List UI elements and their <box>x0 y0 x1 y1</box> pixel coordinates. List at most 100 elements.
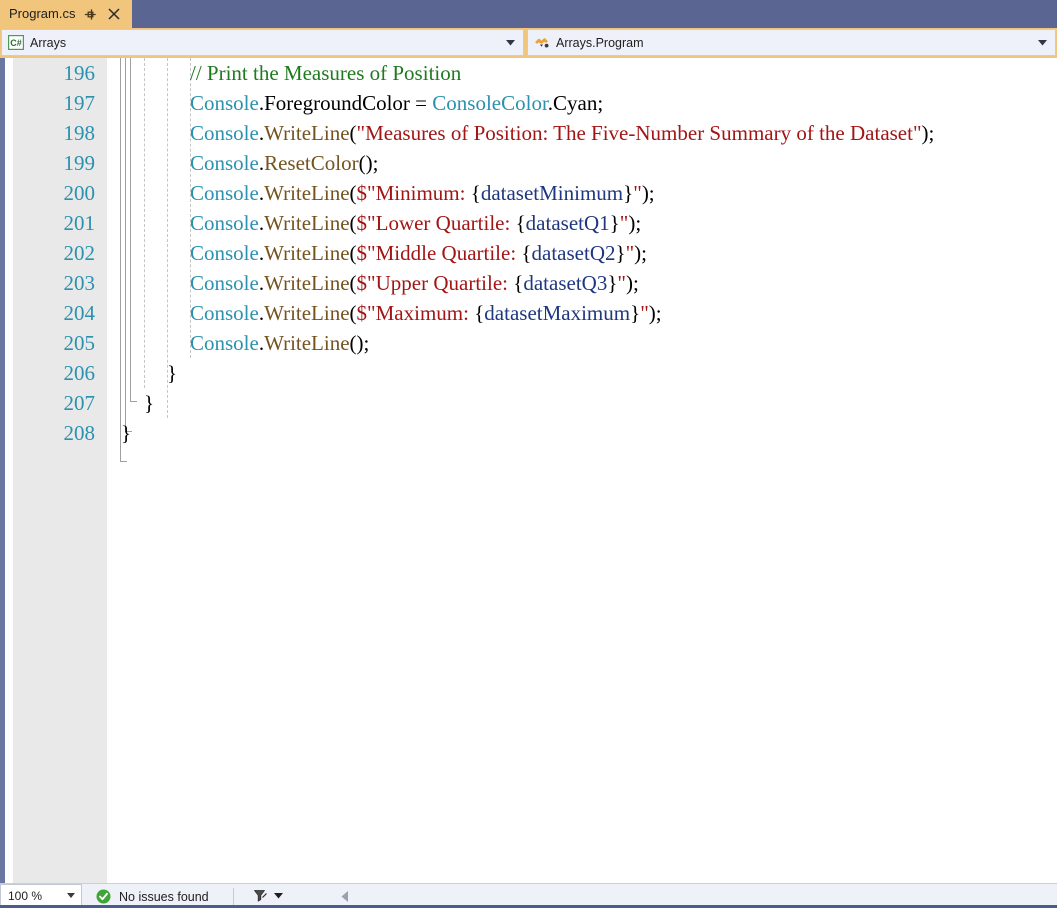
chevron-down-icon[interactable] <box>1033 39 1051 46</box>
code-line-text: Console.WriteLine($"Lower Quartile: {dat… <box>190 208 641 238</box>
code-token: $"Minimum: <box>356 181 471 205</box>
code-token: ); <box>634 241 647 265</box>
code-line-text: Console.WriteLine($"Maximum: {datasetMax… <box>190 298 662 328</box>
code-token: = <box>409 91 433 115</box>
code-token: ); <box>626 271 639 295</box>
code-editor-surface[interactable]: 196 // Print the Measures of Position 197 C… <box>0 58 1057 883</box>
code-token: " <box>625 241 635 265</box>
line-number: 203 <box>63 271 96 295</box>
class-member-icon <box>533 35 551 51</box>
code-line[interactable]: 206} <box>0 358 1057 388</box>
code-token: ( <box>349 271 357 295</box>
code-token: ; <box>597 91 604 115</box>
code-token: Console <box>190 151 259 175</box>
code-line[interactable]: 208} <box>0 418 1057 448</box>
code-line-text: Console.WriteLine($"Minimum: {datasetMin… <box>190 178 655 208</box>
code-token: { <box>515 211 526 235</box>
code-token: WriteLine <box>264 241 350 265</box>
document-tab-program-cs[interactable]: Program.cs <box>0 0 132 28</box>
chevron-down-icon[interactable] <box>61 893 81 898</box>
code-line[interactable]: 196 // Print the Measures of Position <box>0 58 1057 88</box>
code-token: WriteLine <box>264 211 350 235</box>
code-token: ); <box>641 181 655 205</box>
code-token: Cyan <box>553 91 598 115</box>
close-icon[interactable] <box>105 4 123 24</box>
code-line[interactable]: 204 Console.WriteLine($"Maximum: {dataset… <box>0 298 1057 328</box>
code-token: // Print the Measures of Position <box>190 61 462 85</box>
line-number: 208 <box>63 421 96 445</box>
code-line-text: Console.WriteLine("Measures of Position:… <box>190 118 934 148</box>
check-circle-icon <box>96 889 111 904</box>
code-line[interactable]: 203 Console.WriteLine($"Upper Quartile: {… <box>0 268 1057 298</box>
code-line[interactable]: 201 Console.WriteLine($"Lower Quartile: {… <box>0 208 1057 238</box>
chevron-down-icon[interactable] <box>501 39 519 46</box>
code-token: Console <box>190 271 259 295</box>
code-token: } <box>144 391 155 415</box>
code-line-text: } <box>121 418 131 448</box>
code-token: WriteLine <box>264 121 350 145</box>
code-token: (); <box>358 151 379 175</box>
code-token: " <box>640 301 649 325</box>
line-number: 197 <box>63 91 96 115</box>
pin-icon[interactable] <box>81 4 99 24</box>
code-token: ); <box>648 301 662 325</box>
code-line-text: Console.ForegroundColor = ConsoleColor.C… <box>190 88 603 118</box>
code-token: " <box>617 271 626 295</box>
line-number: 207 <box>63 391 96 415</box>
code-line[interactable]: 197 Console.ForegroundColor = ConsoleColo… <box>0 88 1057 118</box>
line-number: 196 <box>63 61 96 85</box>
code-token: } <box>167 361 178 385</box>
code-token: Console <box>190 121 259 145</box>
navigation-bar: C# Arrays Arrays.Program <box>0 28 1057 58</box>
code-token: ( <box>349 121 357 145</box>
code-token: datasetQ1 <box>525 211 610 235</box>
line-number: 202 <box>63 241 96 265</box>
type-member-dropdown[interactable]: Arrays.Program <box>527 29 1056 56</box>
code-token: } <box>623 181 634 205</box>
line-number: 200 <box>63 181 96 205</box>
code-line[interactable]: 202 Console.WriteLine($"Middle Quartile: … <box>0 238 1057 268</box>
visual-studio-editor-window: Program.cs C# Arrays Arrays.Program 196 … <box>0 0 1057 908</box>
line-number: 198 <box>63 121 96 145</box>
code-token: Console <box>190 331 259 355</box>
document-tab-label: Program.cs <box>9 6 76 21</box>
code-line[interactable]: 205 Console.WriteLine(); <box>0 328 1057 358</box>
code-token: } <box>615 241 626 265</box>
project-scope-dropdown[interactable]: C# Arrays <box>1 29 524 56</box>
code-token: ResetColor <box>264 151 359 175</box>
line-number: 199 <box>63 151 96 175</box>
code-line[interactable]: 199 Console.ResetColor(); <box>0 148 1057 178</box>
code-lines: 196 // Print the Measures of Position 197 C… <box>0 58 1057 448</box>
code-token: $"Maximum: <box>356 301 475 325</box>
code-token: ConsoleColor <box>432 91 548 115</box>
code-line[interactable]: 207} <box>0 388 1057 418</box>
chevron-left-icon[interactable] <box>335 886 355 906</box>
code-token: ForegroundColor <box>264 91 410 115</box>
code-token: } <box>609 211 620 235</box>
line-number: 206 <box>63 361 96 385</box>
code-line-text: } <box>144 388 154 418</box>
code-token: { <box>474 301 485 325</box>
status-bar: 100 % No issues found <box>0 883 1057 908</box>
csharp-project-icon: C# <box>7 35 25 51</box>
code-token: (); <box>349 331 370 355</box>
code-token: Console <box>190 91 259 115</box>
code-token: $"Upper Quartile: <box>356 271 514 295</box>
code-token: $"Lower Quartile: <box>356 211 516 235</box>
code-line[interactable]: 200 Console.WriteLine($"Minimum: {dataset… <box>0 178 1057 208</box>
line-number: 205 <box>63 331 96 355</box>
code-token: " <box>633 181 642 205</box>
code-line[interactable]: 198 Console.WriteLine("Measures of Positi… <box>0 118 1057 148</box>
zoom-level-dropdown[interactable]: 100 % <box>0 884 82 907</box>
code-token: WriteLine <box>264 271 350 295</box>
type-member-value: Arrays.Program <box>556 35 644 50</box>
code-token: "Measures of Position: The Five-Number S… <box>356 121 922 145</box>
issues-status-label: No issues found <box>119 889 209 904</box>
code-token: WriteLine <box>264 181 350 205</box>
code-token: Console <box>190 301 259 325</box>
filter-clear-icon[interactable] <box>252 888 268 904</box>
chevron-down-icon[interactable] <box>273 893 283 899</box>
code-token: WriteLine <box>264 301 350 325</box>
code-token: datasetMinimum <box>480 181 624 205</box>
code-token: datasetQ3 <box>523 271 608 295</box>
